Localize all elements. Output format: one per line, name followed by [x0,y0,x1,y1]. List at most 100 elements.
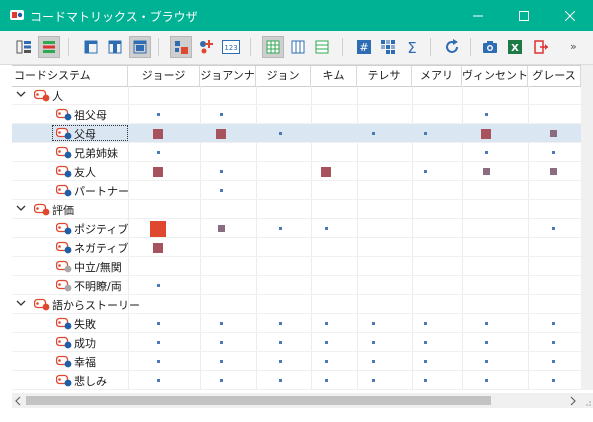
code-label[interactable]: 幸福 [74,354,96,370]
code-label[interactable]: 中立/無関 [74,259,122,275]
code-row[interactable]: 人 [12,86,581,105]
matrix-cell-marker[interactable] [325,227,328,230]
minimize-button[interactable] [455,0,501,31]
matrix-cell-marker[interactable] [485,151,488,154]
vertical-scrollbar[interactable] [581,65,593,390]
code-row[interactable]: 友人 [12,162,581,181]
matrix-cell-marker[interactable] [150,221,166,237]
matrix-cell-marker[interactable] [550,130,557,137]
matrix-cell-marker[interactable] [424,132,427,135]
matrix-cell-marker[interactable] [552,322,555,325]
code-label[interactable]: パートナー [74,183,129,199]
matrix-cell-marker[interactable] [424,360,427,363]
matrix-cell-marker[interactable] [424,170,427,173]
code-row[interactable]: 幸福 [12,352,581,371]
code-row[interactable]: ネガティブ [12,238,581,257]
column-header[interactable]: ジョアンナ [200,66,256,86]
excel-export-button[interactable]: X [504,36,526,58]
layout-full-button[interactable] [129,36,151,58]
horizontal-scroll-thumb[interactable] [26,396,491,405]
matrix-cell-marker[interactable] [552,151,555,154]
matrix-cell-marker[interactable] [279,379,282,382]
code-label[interactable]: ポジティブ [74,221,128,237]
code-row[interactable]: 語からストーリー [12,295,581,314]
matrix-cell-marker[interactable] [485,113,488,116]
expand-chevron-icon[interactable] [16,203,26,213]
close-button[interactable] [547,0,593,31]
matrix-cell-marker[interactable] [485,341,488,344]
matrix-cell-marker[interactable] [279,360,282,363]
column-header[interactable]: テレサ [357,66,412,86]
matrix-cell-marker[interactable] [372,360,375,363]
column-view-button[interactable] [287,36,309,58]
code-row[interactable]: 成功 [12,333,581,352]
column-header[interactable]: グレース [528,66,581,86]
matrix-cell-marker[interactable] [550,168,557,175]
code-system-button[interactable] [13,36,35,58]
matrix-cell-marker[interactable] [157,151,160,154]
code-label[interactable]: ネガティブ [74,240,128,256]
matrix-cell-marker[interactable] [153,243,163,253]
matrix-cell-marker[interactable] [157,322,160,325]
code-label[interactable]: 祖父母 [74,107,107,123]
matrix-cell-marker[interactable] [552,360,555,363]
exit-button[interactable] [530,36,552,58]
matrix-cell-marker[interactable] [485,322,488,325]
row-view-button[interactable] [311,36,333,58]
code-row[interactable]: 兄弟姉妹 [12,143,581,162]
code-row[interactable]: 評価 [12,200,581,219]
matrix-cell-marker[interactable] [279,341,282,344]
horizontal-scrollbar[interactable] [12,393,581,408]
matrix-cell-marker[interactable] [372,341,375,344]
pattern-button[interactable] [377,36,399,58]
layout-left-button[interactable] [80,36,102,58]
code-row[interactable]: ポジティブ [12,219,581,238]
column-header[interactable]: ジョージ [128,66,200,86]
matrix-cell-marker[interactable] [552,227,555,230]
matrix-cell-marker[interactable] [372,379,375,382]
matrix-cell-marker[interactable] [552,379,555,382]
code-label[interactable]: 成功 [74,335,96,351]
symbols-view-button[interactable] [195,36,217,58]
code-label[interactable]: 評価 [52,202,74,218]
matrix-cell-marker[interactable] [279,132,282,135]
resize-grip-icon[interactable] [581,393,593,408]
matrix-cell-marker[interactable] [157,360,160,363]
refresh-button[interactable] [441,36,463,58]
expand-chevron-icon[interactable] [16,298,26,308]
matrix-cell-marker[interactable] [220,170,223,173]
matrix-cell-marker[interactable] [424,322,427,325]
scroll-right-arrow-icon[interactable] [568,396,578,406]
code-label[interactable]: 悲しみ [74,373,107,389]
expand-chevron-icon[interactable] [16,89,26,99]
scroll-left-arrow-icon[interactable] [14,396,24,406]
numbers-view-button[interactable]: 123 [220,36,242,58]
matrix-cell-marker[interactable] [157,113,160,116]
sigma-button[interactable]: Σ [401,36,423,58]
code-row[interactable]: 祖父母 [12,105,581,124]
matrix-cell-marker[interactable] [220,189,223,192]
matrix-cell-marker[interactable] [552,341,555,344]
matrix-cell-marker[interactable] [279,322,282,325]
camera-button[interactable] [479,36,501,58]
grid-table-button[interactable] [262,36,284,58]
row-list-button[interactable] [38,36,60,58]
matrix-cell-marker[interactable] [220,113,223,116]
maximize-button[interactable] [501,0,547,31]
matrix-cell-marker[interactable] [483,168,490,175]
code-label[interactable]: 友人 [74,164,96,180]
matrix-cell-marker[interactable] [153,129,163,139]
matrix-cell-marker[interactable] [220,360,223,363]
matrix-cell-marker[interactable] [485,379,488,382]
matrix-cell-marker[interactable] [218,225,225,232]
code-label[interactable]: 不明瞭/両 [74,278,122,294]
code-row[interactable]: 不明瞭/両 [12,276,581,295]
matrix-cell-marker[interactable] [325,322,328,325]
code-row[interactable]: 失敗 [12,314,581,333]
matrix-cell-marker[interactable] [279,227,282,230]
matrix-cell-marker[interactable] [325,341,328,344]
matrix-cell-marker[interactable] [325,360,328,363]
matrix-cell-marker[interactable] [372,322,375,325]
matrix-cell-marker[interactable] [424,341,427,344]
layout-center-button[interactable] [104,36,126,58]
